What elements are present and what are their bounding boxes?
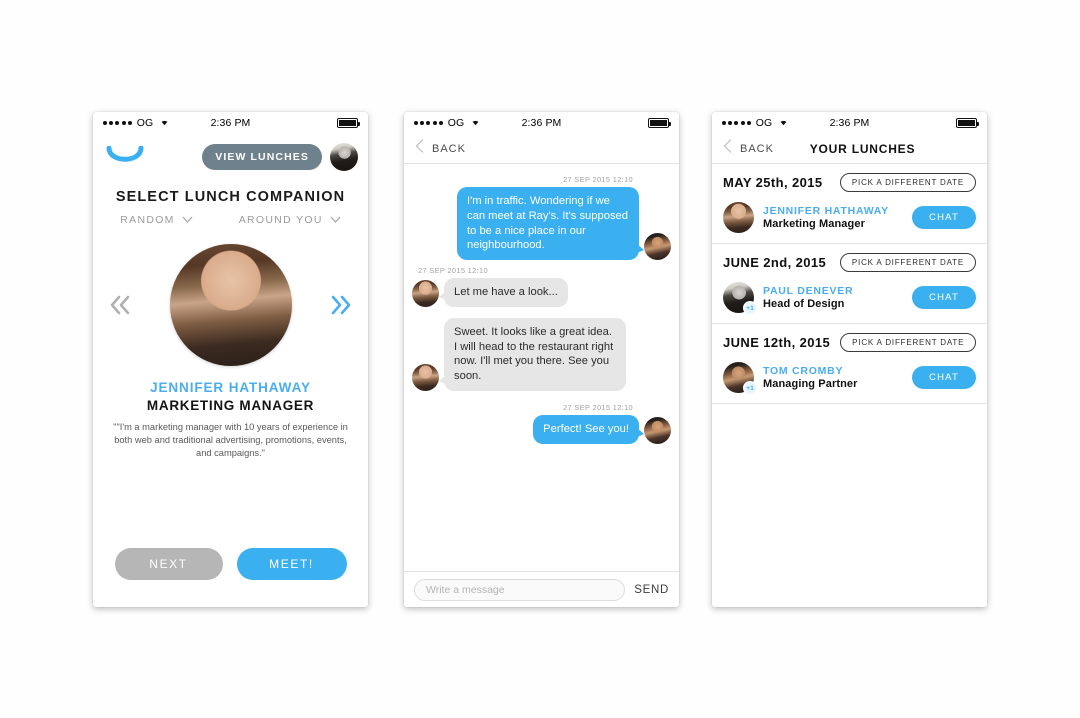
companion-bio: ""I'm a marketing manager with 10 years …: [113, 422, 348, 459]
pick-different-date-button[interactable]: PICK A DIFFERENT DATE: [840, 333, 977, 352]
companion-name: JENNIFER HATHAWAY: [150, 380, 311, 395]
companion-avatar: [169, 244, 292, 366]
lunch-date-row: JUNE 12th, 2015 PICK A DIFFERENT DATE: [723, 333, 977, 352]
mockup-stage: OG 2:36 PM VIEW LUNCHES SELECT LUNCH COM…: [0, 0, 1080, 718]
chat-navbar: BACK: [404, 134, 679, 164]
person-avatar: [723, 202, 754, 233]
lunch-date-row: JUNE 2nd, 2015 PICK A DIFFERENT DATE: [723, 253, 976, 272]
filter-row: RANDOM AROUND YOU: [93, 214, 368, 226]
pick-different-date-button[interactable]: PICK A DIFFERENT DATE: [839, 253, 976, 272]
message-row: I'm in traffic. Wondering if we can meet…: [412, 187, 671, 261]
smile-arc-logo: [105, 145, 145, 168]
status-bar: OG 2:36 PM: [93, 112, 368, 134]
screen-select-companion: OG 2:36 PM VIEW LUNCHES SELECT LUNCH COM…: [93, 112, 368, 607]
app-header: VIEW LUNCHES: [93, 134, 368, 180]
message-row: Perfect! See you!: [412, 415, 671, 444]
person-avatar: +1: [723, 282, 757, 315]
clock-label: 2:36 PM: [829, 117, 870, 129]
header-avatar[interactable]: [330, 143, 358, 171]
status-bar-right: [337, 118, 360, 128]
lunch-group: JUNE 12th, 2015 PICK A DIFFERENT DATE +1…: [712, 324, 987, 404]
person-avatar: +1: [723, 362, 757, 395]
message-bubble: Let me have a look...: [439, 278, 568, 307]
clock-label: 2:36 PM: [521, 117, 562, 129]
filter-random[interactable]: RANDOM: [120, 214, 193, 226]
chat-button[interactable]: CHAT: [912, 366, 976, 389]
next-button[interactable]: NEXT: [114, 548, 223, 580]
companion-carousel: [93, 244, 368, 366]
back-button[interactable]: BACK: [723, 139, 774, 158]
person-name: JENNIFER HATHAWAY: [763, 205, 889, 217]
message-timestamp: 27 SEP 2015 12:10: [563, 403, 633, 413]
message-avatar: [644, 233, 671, 261]
message-row: Sweet. It looks like a great idea. I wil…: [412, 317, 671, 392]
page-title: SELECT LUNCH COMPANION: [115, 189, 346, 205]
person-name: PAUL DENEVER: [763, 285, 854, 297]
person-info: PAUL DENEVER Head of Design: [763, 285, 853, 310]
lunch-group: MAY 25th, 2015 PICK A DIFFERENT DATE JEN…: [712, 164, 987, 244]
lunch-date-row: MAY 25th, 2015 PICK A DIFFERENT DATE: [723, 173, 976, 192]
chevron-down-icon: [330, 214, 341, 226]
double-chevron-right-icon[interactable]: [328, 292, 354, 318]
battery-full-icon: [956, 118, 979, 128]
lunches-navbar: BACK YOUR LUNCHES: [712, 134, 987, 164]
action-buttons: NEXT MEET!: [93, 548, 368, 580]
back-button[interactable]: BACK: [415, 139, 466, 158]
chat-button[interactable]: CHAT: [912, 206, 976, 229]
status-bar-right: [956, 118, 979, 128]
person-info: TOM CROMBY Managing Partner: [763, 365, 858, 390]
message-bubble: I'm in traffic. Wondering if we can meet…: [457, 187, 644, 261]
status-bar: OG 2:36 PM: [404, 112, 679, 134]
screen-your-lunches: OG 2:36 PM BACK YOUR LUNCHES MAY 25th, 2…: [712, 112, 987, 607]
message-input[interactable]: [414, 578, 626, 601]
chevron-left-icon: [415, 139, 424, 158]
double-chevron-left-icon[interactable]: [107, 292, 133, 318]
list-item: +1 TOM CROMBY Managing Partner CHAT: [723, 362, 976, 395]
meet-button[interactable]: MEET!: [236, 548, 347, 580]
lunch-date: JUNE 2nd, 2015: [723, 255, 827, 270]
lunch-group: JUNE 2nd, 2015 PICK A DIFFERENT DATE +1 …: [712, 244, 987, 324]
message-avatar: [412, 279, 439, 307]
chevron-left-icon: [723, 139, 732, 158]
clock-label: 2:36 PM: [210, 117, 251, 129]
extra-guests-badge: +1: [743, 301, 757, 315]
lunch-date: MAY 25th, 2015: [723, 175, 823, 190]
lunch-list: MAY 25th, 2015 PICK A DIFFERENT DATE JEN…: [712, 164, 987, 607]
lunch-date: JUNE 12th, 2015: [723, 335, 831, 350]
send-button[interactable]: SEND: [634, 584, 669, 596]
filter-random-label: RANDOM: [120, 214, 175, 226]
companion-role: MARKETING MANAGER: [146, 398, 315, 413]
person-info: JENNIFER HATHAWAY Marketing Manager: [763, 205, 889, 230]
message-avatar: [644, 416, 671, 444]
message-avatar: [412, 364, 439, 392]
filter-around-you[interactable]: AROUND YOU: [239, 214, 341, 226]
filter-around-you-label: AROUND YOU: [238, 214, 323, 226]
message-row: Let me have a look...: [412, 278, 671, 307]
message-list: 27 SEP 2015 12:10 I'm in traffic. Wonder…: [404, 164, 679, 571]
person-role: Head of Design: [763, 298, 845, 310]
chat-button[interactable]: CHAT: [912, 286, 976, 309]
status-bar: OG 2:36 PM: [712, 112, 987, 134]
message-bubble: Perfect! See you!: [533, 415, 644, 444]
person-role: Marketing Manager: [763, 218, 865, 230]
chat-input-bar: SEND: [404, 571, 679, 607]
view-lunches-button[interactable]: VIEW LUNCHES: [202, 144, 322, 170]
screen-chat: OG 2:36 PM BACK 27 SEP 2015 12:10 I'm in: [404, 112, 679, 607]
pick-different-date-button[interactable]: PICK A DIFFERENT DATE: [839, 173, 976, 192]
back-label: BACK: [740, 142, 774, 155]
message-timestamp: 27 SEP 2015 12:10: [563, 175, 633, 184]
extra-guests-badge: +1: [743, 381, 757, 395]
battery-full-icon: [337, 118, 360, 128]
chevron-down-icon: [182, 214, 193, 226]
message-bubble: Sweet. It looks like a great idea. I wil…: [439, 317, 626, 392]
battery-full-icon: [648, 118, 671, 128]
list-item: JENNIFER HATHAWAY Marketing Manager CHAT: [723, 202, 976, 233]
person-name: TOM CROMBY: [763, 365, 844, 377]
status-bar-right: [648, 118, 671, 128]
list-item: +1 PAUL DENEVER Head of Design CHAT: [723, 282, 976, 315]
message-timestamp: 27 SEP 2015 12:10: [418, 266, 488, 276]
person-role: Managing Partner: [763, 378, 858, 390]
back-label: BACK: [432, 142, 466, 155]
